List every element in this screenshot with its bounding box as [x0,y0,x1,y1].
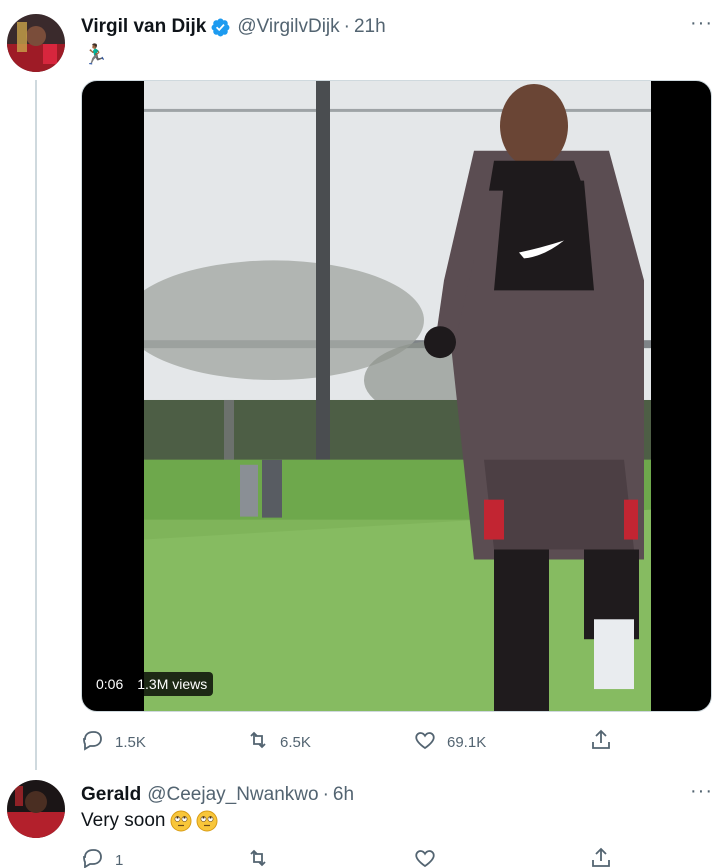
separator: · [343,16,350,37]
tweet-header: Virgil van Dijk @VirgilvDijk · 21h [81,16,386,38]
reply-reply-button[interactable]: 1 [81,846,123,868]
retweet-icon [246,846,270,868]
video-elapsed: 0:06 [96,676,124,692]
tweet-text: 🏃🏾‍♂️ [83,44,108,66]
retweet-button[interactable]: 6.5K [246,728,311,757]
reply-share-button[interactable] [589,846,613,868]
reply-text-row: Very soon [81,810,218,832]
share-button[interactable] [589,728,613,757]
reply-reply-count: 1 [115,852,124,868]
avatar[interactable] [7,14,65,72]
reply-header: Gerald @Ceejay_Nwankwo · 6h [81,784,354,806]
like-count: 69.1K [447,734,487,751]
share-icon [589,846,613,868]
author-handle[interactable]: @VirgilvDijk [237,16,339,38]
like-icon [413,846,437,868]
reply-like-button[interactable] [413,846,437,868]
thread-line [35,80,37,770]
reply-text: Very soon [81,810,166,831]
like-icon [413,728,437,757]
eye-roll-emoji [170,810,192,832]
reply-avatar[interactable] [7,780,65,838]
share-icon [589,728,613,757]
reply-author-handle[interactable]: @Ceejay_Nwankwo [147,784,318,806]
retweet-icon [246,728,270,757]
video-frame-image [144,81,651,711]
author-name[interactable]: Virgil van Dijk [81,16,206,38]
like-button[interactable]: 69.1K [413,728,486,757]
video-views: 1.3M views [131,672,214,696]
reply-button[interactable]: 1.5K [81,728,146,757]
reply-count: 1.5K [115,734,146,751]
timestamp[interactable]: 21h [354,16,386,38]
verified-badge-icon [210,17,231,38]
more-options-icon[interactable]: ··· [690,12,713,35]
reply-icon [81,846,105,868]
reply-icon [81,728,105,757]
video-player[interactable] [81,80,712,712]
reply-timestamp[interactable]: 6h [333,784,354,806]
video-overlay: 0:06 1.3M views [94,672,214,696]
retweet-count: 6.5K [280,734,311,751]
reply-separator: · [322,784,329,805]
reply-author-name[interactable]: Gerald [81,784,141,806]
reply-more-options-icon[interactable]: ··· [690,780,713,803]
eye-roll-emoji [196,810,218,832]
reply-retweet-button[interactable] [246,846,270,868]
